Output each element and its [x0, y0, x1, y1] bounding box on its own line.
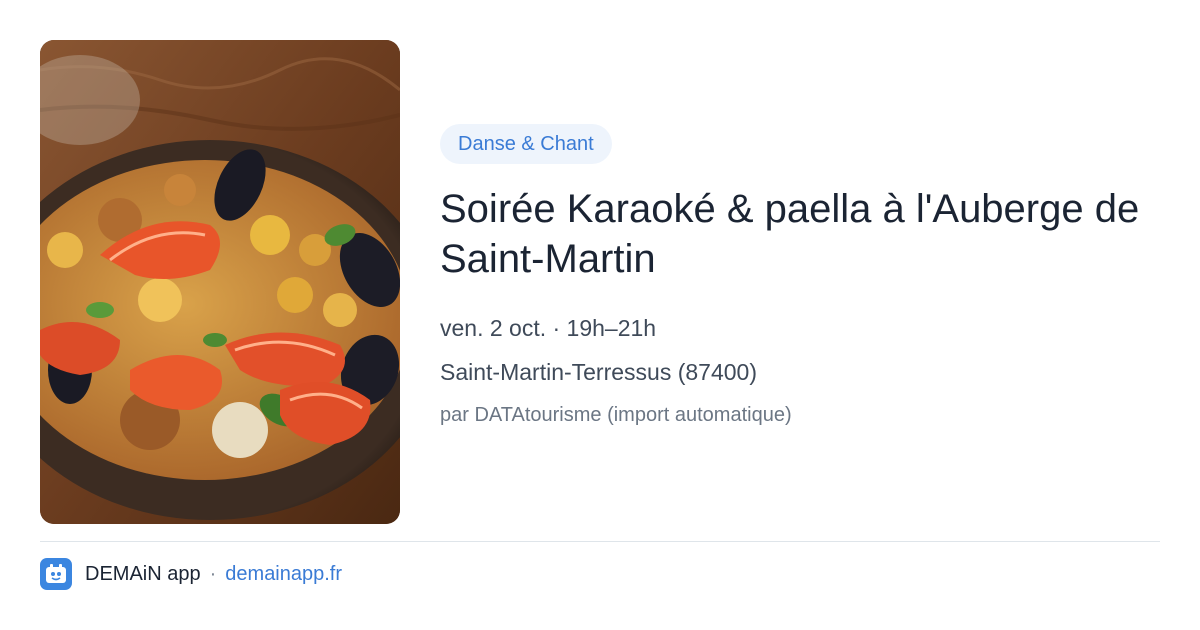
category-badge[interactable]: Danse & Chant: [440, 124, 612, 164]
event-title: Soirée Karaoké & paella à l'Auberge de S…: [440, 187, 1140, 281]
paella-photo: [40, 40, 400, 524]
event-location: Saint-Martin-Terressus (87400): [440, 359, 758, 385]
footer-divider: [40, 541, 1160, 542]
app-name: DEMAiN app: [85, 562, 201, 585]
event-image: [40, 40, 400, 524]
footer: DEMAiN app · demainapp.fr: [40, 558, 342, 590]
app-website-link[interactable]: demainapp.fr: [225, 563, 342, 586]
event-share-card: Danse & Chant Soirée Karaoké & paella à …: [0, 0, 1200, 630]
footer-separator: ·: [209, 562, 217, 585]
event-source: par DATAtourisme (import automatique): [440, 404, 792, 426]
demain-app-logo-icon: [40, 558, 72, 590]
event-date-time: ven. 2 oct. · 19h–21h: [440, 315, 657, 341]
